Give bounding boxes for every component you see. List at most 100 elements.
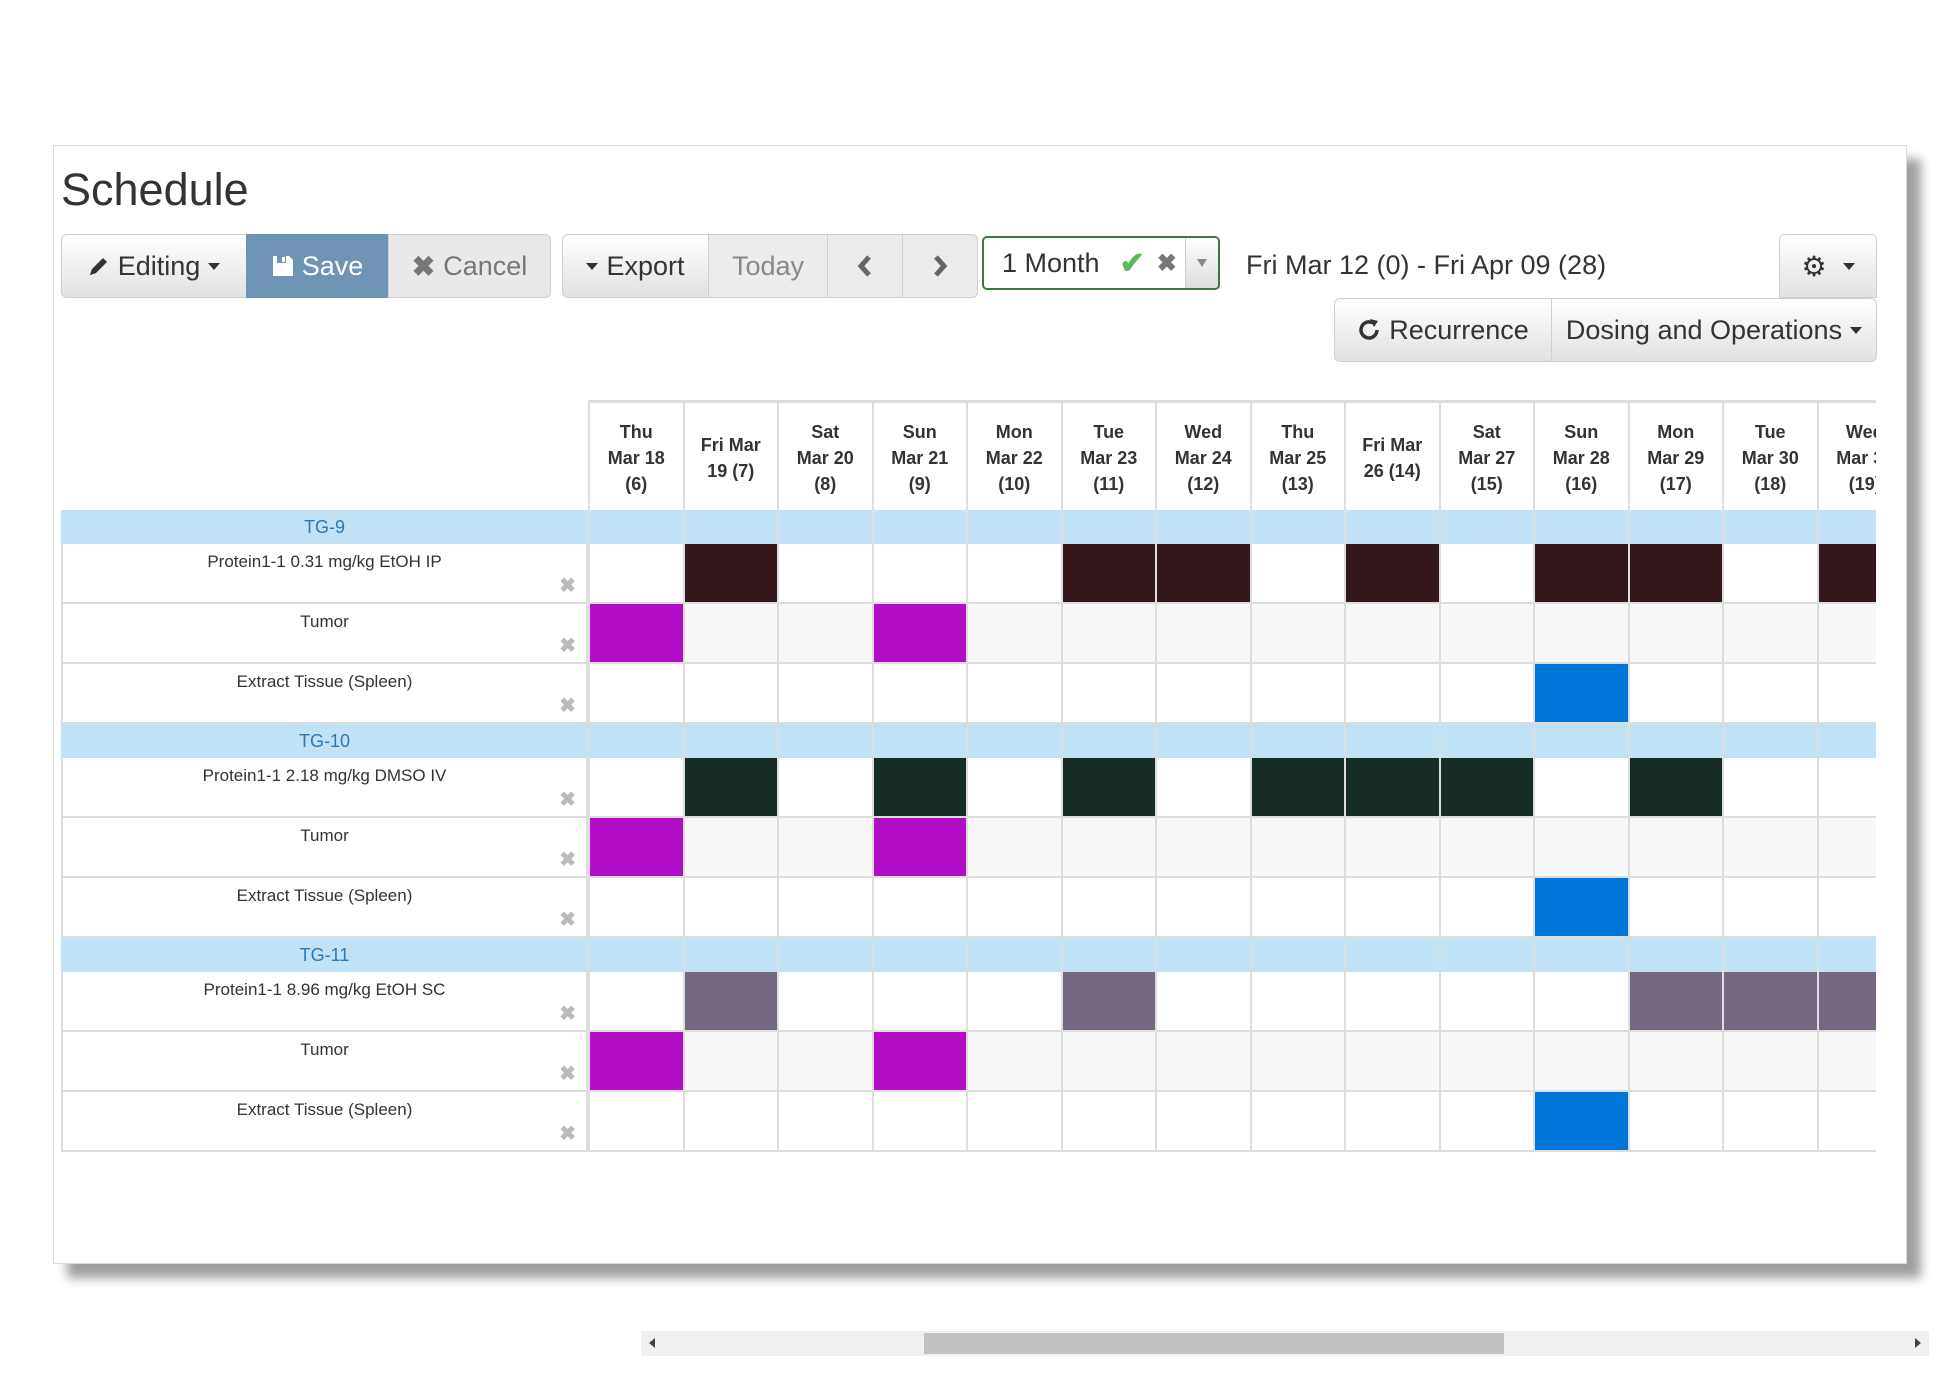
day-cell[interactable]	[1155, 664, 1250, 724]
scheduled-day-cell[interactable]	[588, 604, 683, 664]
scheduled-day-cell[interactable]	[1533, 544, 1628, 604]
scheduled-day-cell[interactable]	[1438, 758, 1533, 818]
remove-item-icon[interactable]: ✖	[559, 573, 576, 598]
day-cell[interactable]	[1533, 604, 1628, 664]
editing-dropdown-button[interactable]: Editing	[61, 234, 247, 298]
day-cell[interactable]	[777, 972, 872, 1032]
day-cell[interactable]	[1155, 818, 1250, 878]
day-cell[interactable]	[1438, 972, 1533, 1032]
day-cell[interactable]	[1438, 664, 1533, 724]
day-cell[interactable]	[871, 1092, 966, 1152]
day-cell[interactable]	[1533, 818, 1628, 878]
scheduled-day-cell[interactable]	[1627, 972, 1722, 1032]
day-cell[interactable]	[1627, 818, 1722, 878]
group-label[interactable]: TG-11	[61, 938, 588, 972]
day-cell[interactable]	[1722, 758, 1817, 818]
day-cell[interactable]	[682, 664, 777, 724]
day-cell[interactable]	[1722, 544, 1817, 604]
remove-item-icon[interactable]: ✖	[559, 1061, 576, 1086]
day-cell[interactable]	[682, 818, 777, 878]
day-cell[interactable]	[588, 1092, 683, 1152]
day-cell[interactable]	[1155, 1032, 1250, 1092]
day-cell[interactable]	[1060, 664, 1155, 724]
day-cell[interactable]	[1722, 1032, 1817, 1092]
remove-item-icon[interactable]: ✖	[559, 787, 576, 812]
cancel-button[interactable]: ✖ Cancel	[388, 234, 551, 298]
scheduled-day-cell[interactable]	[1533, 878, 1628, 938]
day-cell[interactable]	[1627, 604, 1722, 664]
scheduled-day-cell[interactable]	[1722, 972, 1817, 1032]
scheduled-day-cell[interactable]	[1155, 544, 1250, 604]
scroll-left-icon[interactable]	[649, 1338, 655, 1348]
dropdown-arrow-icon[interactable]	[1185, 238, 1218, 288]
day-cell[interactable]	[1249, 818, 1344, 878]
day-cell[interactable]	[777, 758, 872, 818]
day-cell[interactable]	[1060, 604, 1155, 664]
day-cell[interactable]	[871, 544, 966, 604]
group-label[interactable]: TG-9	[61, 510, 588, 544]
day-cell[interactable]	[1249, 1092, 1344, 1152]
day-cell[interactable]	[1249, 664, 1344, 724]
remove-item-icon[interactable]: ✖	[559, 847, 576, 872]
day-cell[interactable]	[1627, 664, 1722, 724]
day-cell[interactable]	[588, 972, 683, 1032]
day-cell[interactable]	[1060, 878, 1155, 938]
settings-dropdown-button[interactable]: ⚙	[1779, 234, 1877, 298]
remove-item-icon[interactable]: ✖	[559, 693, 576, 718]
day-cell[interactable]	[1438, 818, 1533, 878]
day-cell[interactable]	[1344, 972, 1439, 1032]
day-cell[interactable]	[1249, 544, 1344, 604]
day-cell[interactable]	[682, 1032, 777, 1092]
day-cell[interactable]	[1533, 972, 1628, 1032]
day-cell[interactable]	[1249, 604, 1344, 664]
day-cell[interactable]	[1155, 758, 1250, 818]
scheduled-day-cell[interactable]	[1627, 758, 1722, 818]
scheduled-day-cell[interactable]	[682, 544, 777, 604]
day-cell[interactable]	[777, 878, 872, 938]
day-cell[interactable]	[682, 1092, 777, 1152]
day-cell[interactable]	[1249, 1032, 1344, 1092]
scheduled-day-cell[interactable]	[682, 972, 777, 1032]
day-cell[interactable]	[777, 604, 872, 664]
scheduled-day-cell[interactable]	[1533, 664, 1628, 724]
day-cell[interactable]	[966, 1032, 1061, 1092]
day-cell[interactable]	[1438, 604, 1533, 664]
remove-item-icon[interactable]: ✖	[559, 1001, 576, 1026]
day-cell[interactable]	[1249, 878, 1344, 938]
range-select[interactable]: 1 Month ✔ ✖	[982, 236, 1220, 290]
day-cell[interactable]	[871, 664, 966, 724]
day-cell[interactable]	[1344, 1092, 1439, 1152]
scheduled-day-cell[interactable]	[1249, 758, 1344, 818]
day-cell[interactable]	[1155, 972, 1250, 1032]
scheduled-day-cell[interactable]	[588, 1032, 683, 1092]
scheduled-day-cell[interactable]	[1344, 544, 1439, 604]
day-cell[interactable]	[1155, 604, 1250, 664]
day-cell[interactable]	[1155, 1092, 1250, 1152]
scheduled-day-cell[interactable]	[871, 1032, 966, 1092]
remove-item-icon[interactable]: ✖	[559, 1121, 576, 1146]
group-label[interactable]: TG-10	[61, 724, 588, 758]
day-cell[interactable]	[1816, 818, 1876, 878]
day-cell[interactable]	[966, 664, 1061, 724]
checkmark-icon[interactable]: ✔	[1120, 246, 1145, 281]
day-cell[interactable]	[1816, 1092, 1876, 1152]
horizontal-scrollbar[interactable]	[641, 1331, 1929, 1356]
today-button[interactable]: Today	[708, 234, 828, 298]
scheduled-day-cell[interactable]	[1060, 972, 1155, 1032]
remove-item-icon[interactable]: ✖	[559, 633, 576, 658]
day-cell[interactable]	[1816, 604, 1876, 664]
day-cell[interactable]	[1627, 1092, 1722, 1152]
scheduled-day-cell[interactable]	[1533, 1092, 1628, 1152]
scheduled-day-cell[interactable]	[871, 818, 966, 878]
day-cell[interactable]	[1722, 664, 1817, 724]
remove-item-icon[interactable]: ✖	[559, 907, 576, 932]
save-button[interactable]: Save	[246, 234, 389, 298]
day-cell[interactable]	[1627, 878, 1722, 938]
day-cell[interactable]	[1722, 818, 1817, 878]
previous-button[interactable]	[827, 234, 903, 298]
scheduled-day-cell[interactable]	[1816, 544, 1876, 604]
scheduled-day-cell[interactable]	[588, 818, 683, 878]
day-cell[interactable]	[777, 1092, 872, 1152]
day-cell[interactable]	[1816, 1032, 1876, 1092]
clear-icon[interactable]: ✖	[1157, 249, 1177, 278]
